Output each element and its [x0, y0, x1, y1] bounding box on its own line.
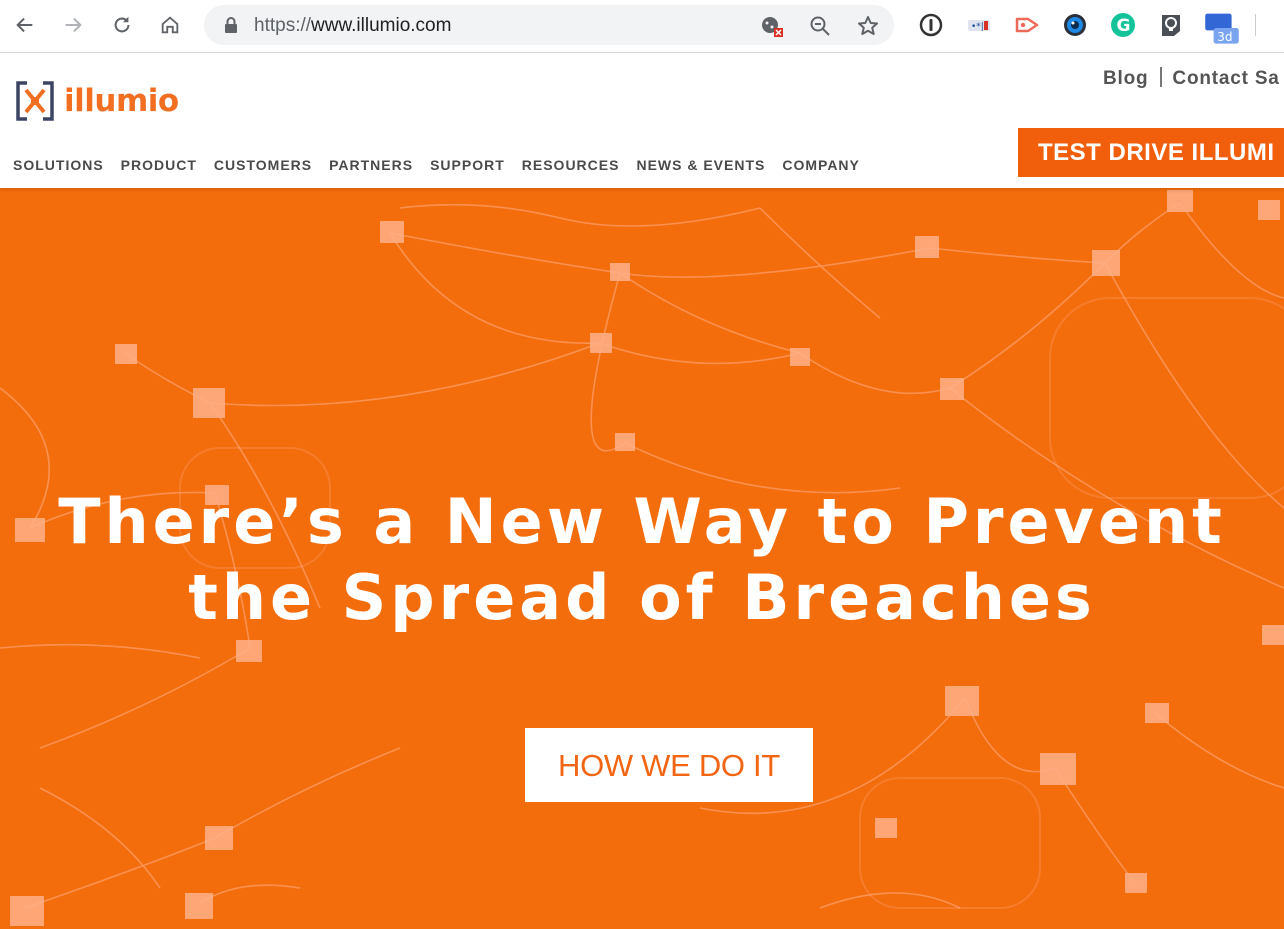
- nav-support[interactable]: SUPPORT: [430, 157, 505, 173]
- site-header: illumio Blog Contact Sa SOLUTIONS PRODUCT C…: [0, 53, 1284, 188]
- nav-partners[interactable]: PARTNERS: [329, 157, 413, 173]
- home-icon[interactable]: [153, 8, 187, 42]
- svg-text:•*|: •*|: [971, 22, 984, 32]
- extension-badge: 3d: [1217, 30, 1232, 44]
- cookie-blocked-icon[interactable]: [759, 13, 785, 39]
- link-divider: [1160, 67, 1163, 87]
- illumio-logo[interactable]: illumio: [14, 80, 179, 122]
- main-nav: SOLUTIONS PRODUCT CUSTOMERS PARTNERS SUPPORT…: [13, 157, 877, 175]
- svg-text:G: G: [1117, 16, 1131, 36]
- nav-news-events[interactable]: NEWS & EVENTS: [636, 157, 765, 173]
- blog-link[interactable]: Blog: [1103, 68, 1148, 89]
- back-arrow-icon[interactable]: [8, 8, 42, 42]
- logo-icon: [16, 81, 54, 121]
- how-we-do-it-button[interactable]: HOW WE DO IT: [525, 728, 813, 802]
- star-icon[interactable]: [855, 13, 881, 39]
- forward-arrow-icon[interactable]: [56, 8, 90, 42]
- eye-icon[interactable]: [1060, 10, 1090, 40]
- tabs-icon[interactable]: 3d: [1204, 10, 1240, 44]
- nav-solutions[interactable]: SOLUTIONS: [13, 157, 104, 173]
- headline-line-1: There’s a New Way to Prevent: [58, 485, 1226, 558]
- utility-links: Blog Contact Sa: [1103, 67, 1280, 90]
- zoom-out-icon[interactable]: [807, 13, 833, 39]
- url-text: https://www.illumio.com: [254, 15, 452, 36]
- toolbar-separator: [1255, 14, 1256, 36]
- nav-product[interactable]: PRODUCT: [121, 157, 197, 173]
- logo-text: illumio: [64, 83, 179, 119]
- address-bar[interactable]: https://www.illumio.com: [204, 5, 894, 45]
- reload-icon[interactable]: [105, 8, 139, 42]
- lightbulb-icon[interactable]: [1156, 10, 1186, 40]
- test-drive-button[interactable]: TEST DRIVE ILLUMI: [1018, 128, 1284, 177]
- nav-resources[interactable]: RESOURCES: [522, 157, 620, 173]
- contact-sales-link[interactable]: Contact Sa: [1172, 68, 1279, 89]
- hero-banner: There’s a New Way to Prevent the Spread …: [0, 188, 1284, 929]
- cast-icon[interactable]: [1012, 10, 1042, 40]
- nav-company[interactable]: COMPANY: [782, 157, 860, 173]
- password-manager-icon[interactable]: [916, 10, 946, 40]
- headline-line-2: the Spread of Breaches: [188, 561, 1096, 634]
- browser-toolbar: https://www.illumio.com •*| G 3d: [0, 0, 1284, 53]
- nav-customers[interactable]: CUSTOMERS: [214, 157, 312, 173]
- grammarly-icon[interactable]: G: [1108, 10, 1138, 40]
- extension-icon[interactable]: •*|: [964, 10, 994, 40]
- lock-icon: [225, 17, 237, 33]
- hero-headline: There’s a New Way to Prevent the Spread …: [0, 484, 1284, 636]
